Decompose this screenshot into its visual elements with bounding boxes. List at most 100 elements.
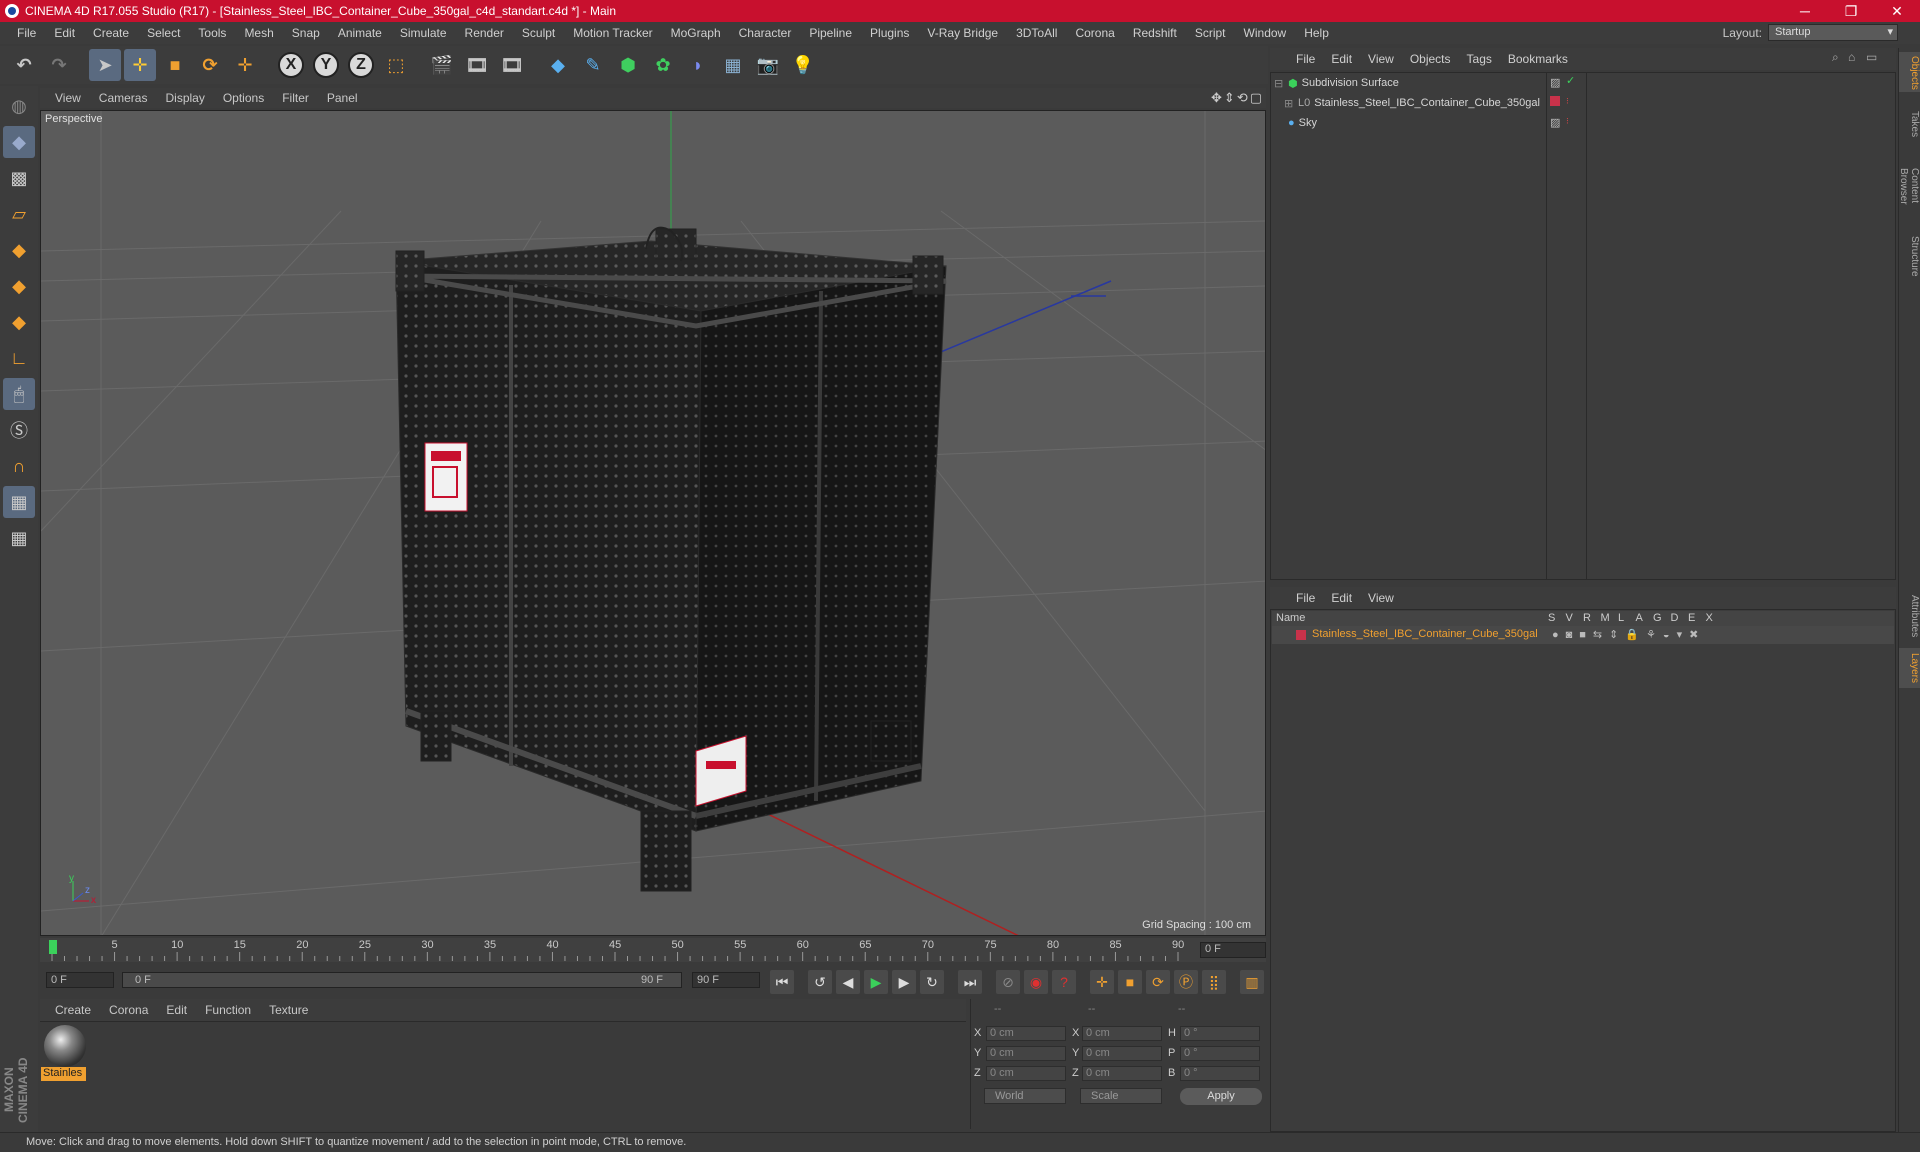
menu-v-ray-bridge[interactable]: V-Ray Bridge (918, 26, 1007, 40)
key-scale-icon[interactable]: ■ (1118, 970, 1142, 994)
edit-toggle-icon[interactable]: ▨ (1550, 76, 1560, 89)
coord-size-x-field[interactable]: 0 cm (1082, 1026, 1162, 1041)
object-name[interactable]: Subdivision Surface (1302, 77, 1399, 89)
side-tab-objects[interactable]: Objects (1899, 52, 1920, 92)
keyframe-selection-icon[interactable]: ? (1052, 970, 1076, 994)
coord-pos-y-field[interactable]: 0 cm (986, 1046, 1066, 1061)
start-frame-field[interactable]: 0 F (46, 972, 114, 988)
make-editable-icon[interactable]: ◍ (3, 90, 35, 122)
minimize-button[interactable]: ─ (1782, 3, 1828, 19)
layer-manager-area[interactable] (1270, 609, 1896, 1132)
object-menu-tags[interactable]: Tags (1459, 52, 1500, 66)
material-menu-edit[interactable]: Edit (157, 1003, 196, 1017)
z-axis-lock-icon[interactable]: Z (345, 49, 377, 81)
menu-file[interactable]: File (8, 26, 45, 40)
new-window-icon[interactable]: ▭ (1866, 50, 1877, 64)
layer-toggle-icons[interactable]: ●◙■⇆⇕🔒⚘◒▾✖ (1552, 628, 1705, 641)
key-rotation-icon[interactable]: ⟳ (1146, 970, 1170, 994)
coord-rot-h-field[interactable]: 0 ° (1180, 1026, 1260, 1041)
light-icon[interactable]: 💡 (787, 49, 819, 81)
coord-pos-z-field[interactable]: 0 cm (986, 1066, 1066, 1081)
render-settings-icon[interactable]: 🎞 (496, 49, 528, 81)
render-picture-viewer-icon[interactable]: 🎞 (461, 49, 493, 81)
menu-help[interactable]: Help (1295, 26, 1338, 40)
menu-corona[interactable]: Corona (1066, 26, 1123, 40)
coord-mode-world-dropdown[interactable]: World (984, 1088, 1066, 1104)
layer-column-name[interactable]: Name (1276, 612, 1305, 624)
previous-key-icon[interactable]: ↺ (808, 970, 832, 994)
material-label[interactable]: Stainles (41, 1067, 86, 1081)
menu-animate[interactable]: Animate (329, 26, 391, 40)
layer-column-e[interactable]: E (1688, 612, 1695, 624)
object-name[interactable]: Stainless_Steel_IBC_Container_Cube_350ga… (1314, 97, 1540, 109)
cube-primitive-icon[interactable]: ◆ (542, 49, 574, 81)
timeline-playhead[interactable] (49, 940, 57, 954)
points-mode-icon[interactable]: ◆ (3, 234, 35, 266)
material-preview-sphere[interactable] (44, 1025, 86, 1067)
tweak-mode-icon[interactable]: 🖱 (3, 378, 35, 410)
layer-row[interactable]: Stainless_Steel_IBC_Container_Cube_350ga… (1272, 626, 1894, 644)
coord-rot-p-field[interactable]: 0 ° (1180, 1046, 1260, 1061)
home-icon[interactable]: ⌂ (1848, 50, 1855, 64)
coord-rot-b-field[interactable]: 0 ° (1180, 1066, 1260, 1081)
menu-create[interactable]: Create (84, 26, 138, 40)
live-select-icon[interactable]: ✛ (229, 49, 261, 81)
menu-select[interactable]: Select (138, 26, 189, 40)
menu-motion-tracker[interactable]: Motion Tracker (564, 26, 661, 40)
viewport-navigation-icons[interactable]: ✥⇕⟲▢ (1211, 90, 1264, 106)
edit-toggle-icon[interactable]: ▨ (1550, 116, 1560, 129)
maximize-button[interactable]: ❐ (1828, 3, 1874, 20)
menu-render[interactable]: Render (456, 26, 513, 40)
close-button[interactable]: ✕ (1874, 3, 1920, 20)
floor-scene-icon[interactable]: ▦ (717, 49, 749, 81)
layer-menu-view[interactable]: View (1360, 591, 1402, 605)
layer-color-swatch[interactable] (1296, 630, 1306, 640)
key-parameter-icon[interactable]: Ⓟ (1174, 970, 1198, 994)
move-tool-icon[interactable]: ✛ (124, 49, 156, 81)
viewport-menu-display[interactable]: Display (156, 91, 213, 105)
texture-mode-icon[interactable]: ▩ (3, 162, 35, 194)
menu-character[interactable]: Character (730, 26, 801, 40)
viewport-menu-filter[interactable]: Filter (273, 91, 318, 105)
layer-column-s[interactable]: S (1548, 612, 1555, 624)
menu-mograph[interactable]: MoGraph (662, 26, 730, 40)
grid-snap-icon[interactable]: ▦ (3, 522, 35, 554)
y-axis-lock-icon[interactable]: Y (310, 49, 342, 81)
next-key-icon[interactable]: ↻ (920, 970, 944, 994)
axis-mode-icon[interactable]: ∟ (3, 342, 35, 374)
deformer-icon[interactable]: ◗ (682, 49, 714, 81)
subdivision-surface-icon[interactable]: ⬢ (612, 49, 644, 81)
layer-column-d[interactable]: D (1671, 612, 1679, 624)
layer-color-swatch[interactable] (1550, 96, 1560, 106)
object-row[interactable]: ⊞ L0 Stainless_Steel_IBC_Container_Cube_… (1284, 94, 1540, 112)
current-frame-field[interactable]: 0 F (1200, 942, 1266, 958)
coord-mode-scale-dropdown[interactable]: Scale (1080, 1088, 1162, 1104)
coord-pos-x-field[interactable]: 0 cm (986, 1026, 1066, 1041)
next-frame-icon[interactable]: ▶ (892, 970, 916, 994)
solo-mode-icon[interactable]: Ⓢ (3, 414, 35, 446)
viewport-menu-view[interactable]: View (46, 91, 90, 105)
object-manager-area[interactable] (1270, 72, 1896, 580)
object-menu-file[interactable]: File (1288, 52, 1323, 66)
menu-tools[interactable]: Tools (189, 26, 235, 40)
workplane-icon[interactable]: ▱ (3, 198, 35, 230)
search-icon[interactable]: ⌕ (1832, 50, 1839, 65)
autokey-icon[interactable]: ◉ (1024, 970, 1048, 994)
object-row[interactable]: ⊟ ⬢ Subdivision Surface (1274, 74, 1399, 92)
select-arrow-icon[interactable]: ➤ (89, 49, 121, 81)
mograph-cloner-icon[interactable]: ✿ (647, 49, 679, 81)
coord-size-z-field[interactable]: 0 cm (1082, 1066, 1162, 1081)
layer-column-m[interactable]: M (1601, 612, 1610, 624)
menu-3dtoall[interactable]: 3DToAll (1007, 26, 1066, 40)
object-menu-view[interactable]: View (1360, 52, 1402, 66)
tree-expander-icon[interactable]: ⊟ (1274, 77, 1284, 90)
layer-column-a[interactable]: A (1636, 612, 1643, 624)
end-frame-field[interactable]: 90 F (692, 972, 760, 988)
key-pla-icon[interactable]: ⣿ (1202, 970, 1226, 994)
layer-column-g[interactable]: G (1653, 612, 1662, 624)
layer-column-x[interactable]: X (1706, 612, 1713, 624)
snap-magnet-icon[interactable]: ∩ (3, 450, 35, 482)
menu-snap[interactable]: Snap (283, 26, 329, 40)
timeline-ruler[interactable]: 051015202530354045505560657075808590 (40, 938, 1266, 962)
material-manager-area[interactable] (40, 1021, 966, 1129)
